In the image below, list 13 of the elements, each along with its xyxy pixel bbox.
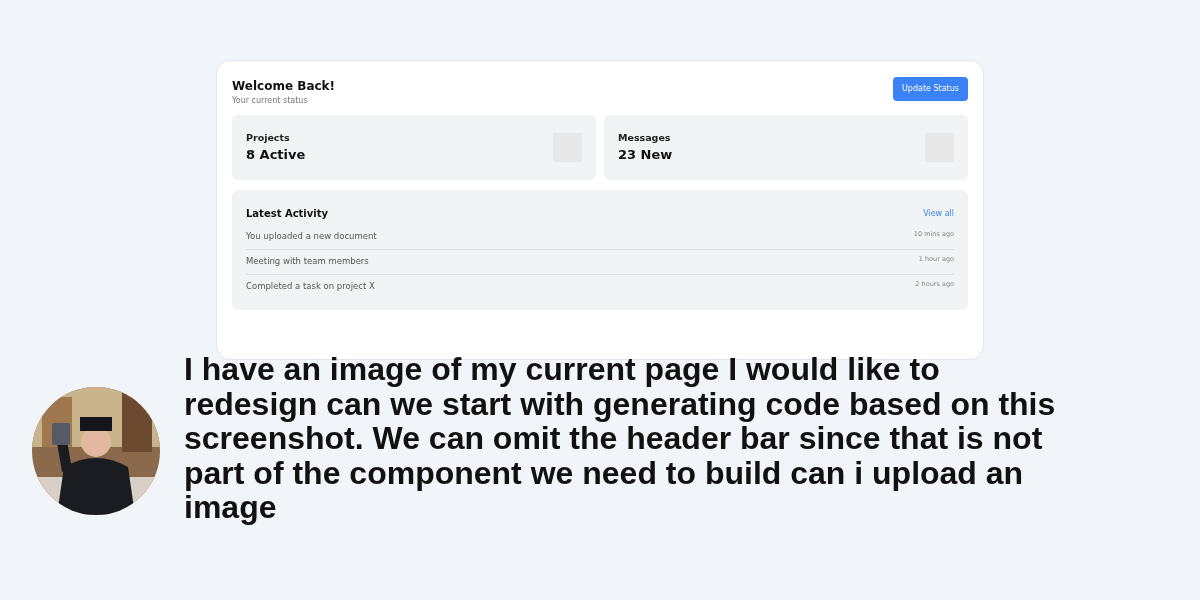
stat-label: Projects — [246, 130, 291, 145]
card-subtitle: Your current status — [232, 95, 309, 107]
stat-label: Messages — [618, 130, 672, 145]
activity-title: Latest Activity — [246, 207, 329, 221]
stat-value: 23 New — [618, 145, 673, 164]
view-all-link[interactable]: View all — [923, 207, 954, 220]
card-title: Welcome Back! — [232, 78, 336, 95]
stat-value: 8 Active — [246, 145, 306, 164]
activity-text: Completed a task on project X — [246, 279, 375, 293]
message-text: I have an image of my current page I would like to redesign can we start with generating code based on this screenshot. We can omit the header bar since that is not part of the component we need to build can i upload an image — [184, 352, 1057, 525]
update-status-button[interactable]: Update Status — [893, 77, 968, 101]
activity-text: Meeting with team members — [246, 254, 369, 268]
activity-text: You uploaded a new document — [246, 230, 377, 243]
